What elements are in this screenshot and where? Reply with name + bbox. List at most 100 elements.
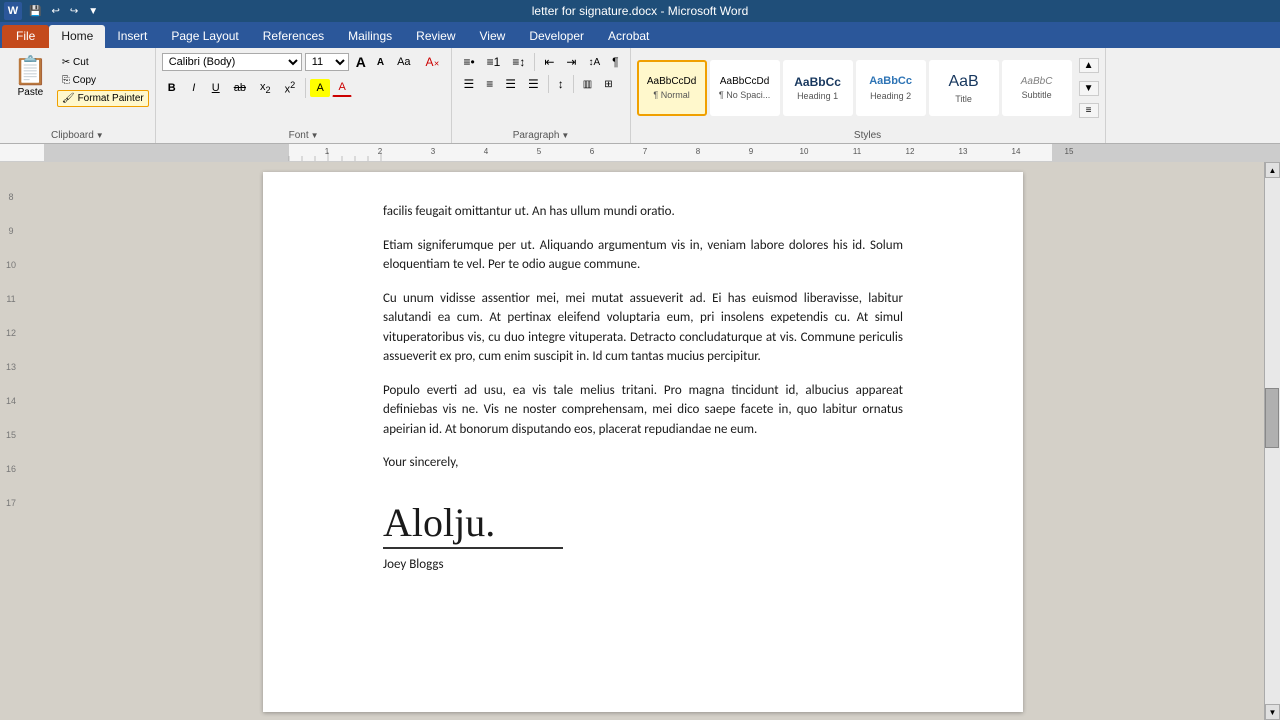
copy-button[interactable]: ⎘ Copy bbox=[57, 72, 149, 89]
para-row1: ≡• ≡1 ≡↕ ⇤ ⇥ ↕A ¶ bbox=[458, 52, 623, 72]
redo-quick-btn[interactable]: ↪ bbox=[67, 5, 81, 18]
para-row2: ☰ ≡ ☰ ☰ ↕ ▥ ⊞ bbox=[458, 74, 623, 94]
tab-file[interactable]: File bbox=[2, 25, 49, 48]
svg-text:1: 1 bbox=[325, 147, 330, 156]
clipboard-content: 📋 Paste ✂ Cut ⎘ Copy 🖌 Format Painter bbox=[6, 52, 149, 128]
tab-review[interactable]: Review bbox=[404, 25, 467, 48]
document-scroll[interactable]: facilis feugait omittantur ut. An has ul… bbox=[22, 162, 1264, 720]
show-hide-button[interactable]: ¶ bbox=[607, 52, 623, 72]
multilevel-button[interactable]: ≡↕ bbox=[507, 52, 530, 72]
clear-format-button[interactable]: A✕ bbox=[420, 52, 446, 72]
styles-label: Styles bbox=[854, 128, 881, 141]
style-heading2-preview: AaBbCc bbox=[869, 75, 912, 88]
scroll-up-button[interactable]: ▲ bbox=[1265, 162, 1280, 178]
para-0[interactable]: facilis feugait omittantur ut. An has ul… bbox=[383, 202, 903, 222]
paragraph-label: Paragraph ▼ bbox=[513, 128, 570, 141]
tab-references[interactable]: References bbox=[251, 25, 336, 48]
tab-acrobat[interactable]: Acrobat bbox=[596, 25, 661, 48]
style-no-spacing-preview: AaBbCcDd bbox=[720, 76, 769, 88]
align-right-button[interactable]: ☰ bbox=[500, 74, 521, 94]
customize-quick-btn[interactable]: ▼ bbox=[85, 5, 101, 18]
font-size-select[interactable]: 11 bbox=[305, 53, 349, 71]
paragraph-dialog-icon[interactable]: ▼ bbox=[561, 131, 569, 140]
ribbon-group-clipboard: 📋 Paste ✂ Cut ⎘ Copy 🖌 Format Painter Cl… bbox=[0, 48, 156, 143]
subscript-button[interactable]: x2 bbox=[254, 78, 277, 98]
copy-icon: ⎘ bbox=[62, 75, 70, 86]
styles-scroll-up[interactable]: ▲ bbox=[1079, 58, 1099, 73]
scroll-down-button[interactable]: ▼ bbox=[1265, 704, 1280, 720]
font-label: Font ▼ bbox=[289, 128, 319, 141]
clipboard-label: Clipboard ▼ bbox=[51, 128, 104, 141]
para-2[interactable]: Cu unum vidisse assentior mei, mei mutat… bbox=[383, 289, 903, 367]
text-highlight-button[interactable]: A bbox=[310, 79, 330, 97]
increase-indent-button[interactable]: ⇥ bbox=[561, 52, 581, 72]
style-heading1[interactable]: AaBbCc Heading 1 bbox=[783, 60, 853, 116]
window-title: letter for signature.docx - Microsoft Wo… bbox=[532, 4, 749, 18]
justify-button[interactable]: ☰ bbox=[523, 74, 544, 94]
tab-view[interactable]: View bbox=[468, 25, 518, 48]
font-format-row: B I U ab x2 x2 A A bbox=[162, 77, 446, 99]
font-grow-button[interactable]: A bbox=[352, 52, 370, 72]
style-heading2-label: Heading 2 bbox=[870, 91, 911, 101]
style-normal[interactable]: AaBbCcDd ¶ Normal bbox=[637, 60, 707, 116]
styles-more[interactable]: ≡ bbox=[1079, 103, 1099, 118]
tab-mailings[interactable]: Mailings bbox=[336, 25, 404, 48]
main-area: 8 9 10 11 12 13 14 15 16 17 facilis feug… bbox=[0, 162, 1280, 720]
strikethrough-button[interactable]: ab bbox=[228, 79, 252, 97]
bullets-button[interactable]: ≡• bbox=[458, 52, 479, 72]
scissors-icon: ✂ bbox=[62, 57, 70, 68]
svg-text:2: 2 bbox=[378, 147, 383, 156]
font-face-select[interactable]: Calibri (Body) bbox=[162, 53, 302, 71]
line-spacing-button[interactable]: ↕ bbox=[553, 74, 569, 94]
style-no-spacing[interactable]: AaBbCcDd ¶ No Spaci... bbox=[710, 60, 780, 116]
sort-button[interactable]: ↕A bbox=[583, 54, 605, 71]
ribbon-tabs: File Home Insert Page Layout References … bbox=[0, 22, 1280, 48]
paste-icon: 📋 bbox=[13, 57, 48, 85]
document[interactable]: facilis feugait omittantur ut. An has ul… bbox=[263, 172, 1023, 712]
para-3[interactable]: Populo everti ad usu, ea vis tale melius… bbox=[383, 381, 903, 440]
svg-text:11: 11 bbox=[853, 147, 862, 156]
tab-home[interactable]: Home bbox=[49, 25, 105, 48]
italic-button[interactable]: I bbox=[184, 79, 204, 97]
style-title-preview: AaB bbox=[948, 72, 978, 91]
cut-button[interactable]: ✂ Cut bbox=[57, 54, 149, 71]
format-painter-icon: 🖌 bbox=[62, 93, 75, 104]
styles-gallery: AaBbCcDd ¶ Normal AaBbCcDd ¶ No Spaci...… bbox=[637, 52, 1099, 124]
svg-text:12: 12 bbox=[906, 147, 915, 156]
shading-button[interactable]: ▥ bbox=[578, 76, 597, 93]
scroll-thumb[interactable] bbox=[1265, 388, 1279, 448]
style-heading1-preview: AaBbCc bbox=[794, 75, 841, 89]
tab-page-layout[interactable]: Page Layout bbox=[159, 25, 250, 48]
font-color-button[interactable]: A bbox=[332, 78, 352, 97]
paste-button[interactable]: 📋 Paste bbox=[6, 52, 55, 103]
superscript-button[interactable]: x2 bbox=[279, 77, 302, 99]
para-1[interactable]: Etiam signiferumque per ut. Aliquando ar… bbox=[383, 236, 903, 275]
format-painter-button[interactable]: 🖌 Format Painter bbox=[57, 90, 149, 107]
font-shrink-button[interactable]: A bbox=[373, 55, 388, 70]
borders-button[interactable]: ⊞ bbox=[599, 76, 617, 93]
title-bar-left: W 💾 ↩ ↪ ▼ bbox=[4, 2, 101, 20]
styles-scroll-down[interactable]: ▼ bbox=[1079, 81, 1099, 96]
save-quick-btn[interactable]: 💾 bbox=[26, 5, 44, 18]
style-subtitle[interactable]: AaBbC Subtitle bbox=[1002, 60, 1072, 116]
decrease-indent-button[interactable]: ⇤ bbox=[539, 52, 559, 72]
underline-button[interactable]: U bbox=[206, 79, 226, 97]
para-closing[interactable]: Your sincerely, bbox=[383, 453, 903, 473]
undo-quick-btn[interactable]: ↩ bbox=[48, 5, 62, 18]
tab-insert[interactable]: Insert bbox=[105, 25, 159, 48]
svg-text:13: 13 bbox=[959, 147, 968, 156]
align-left-button[interactable]: ☰ bbox=[458, 74, 479, 94]
font-dialog-icon[interactable]: ▼ bbox=[311, 131, 319, 140]
change-case-button[interactable]: Aa bbox=[391, 53, 416, 71]
clipboard-dialog-icon[interactable]: ▼ bbox=[96, 131, 104, 140]
tab-developer[interactable]: Developer bbox=[517, 25, 596, 48]
style-heading2[interactable]: AaBbCc Heading 2 bbox=[856, 60, 926, 116]
align-center-button[interactable]: ≡ bbox=[481, 74, 498, 94]
scroll-track[interactable] bbox=[1265, 178, 1280, 704]
title-bar: W 💾 ↩ ↪ ▼ letter for signature.docx - Mi… bbox=[0, 0, 1280, 22]
numbering-button[interactable]: ≡1 bbox=[482, 52, 506, 72]
style-title[interactable]: AaB Title bbox=[929, 60, 999, 116]
bold-button[interactable]: B bbox=[162, 79, 182, 97]
ribbon-group-paragraph: ≡• ≡1 ≡↕ ⇤ ⇥ ↕A ¶ ☰ ≡ ☰ ☰ ↕ ▥ ⊞ bbox=[452, 48, 630, 143]
style-heading1-label: Heading 1 bbox=[797, 91, 838, 101]
